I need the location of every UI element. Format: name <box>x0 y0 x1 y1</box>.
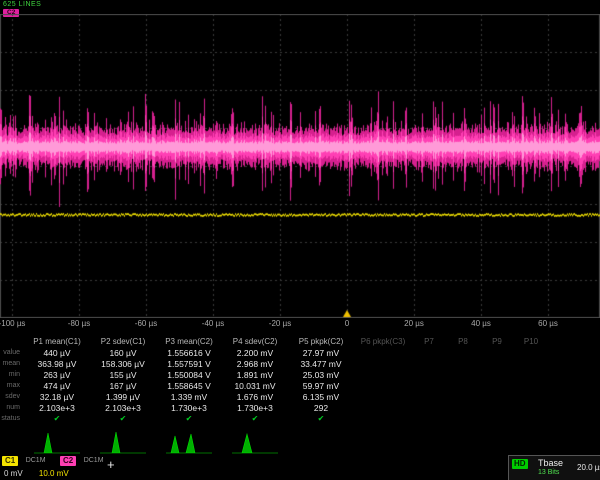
axis-label: 40 µs <box>471 319 491 328</box>
meas-value: 160 µV <box>90 348 156 358</box>
meas-status-check: ✔ <box>288 414 354 423</box>
meas-value: 2.968 mV <box>222 359 288 369</box>
meas-row-label: mean <box>0 360 24 367</box>
c1-offset: 0 mV <box>4 469 23 478</box>
meas-status-check: ✔ <box>90 414 156 423</box>
c1-tag[interactable]: C1 <box>2 456 18 466</box>
meas-value: 292 <box>288 403 354 413</box>
axis-label-zero: 0 <box>345 319 349 328</box>
oscilloscope-screen: 625 LINES C2 -100 µs -80 µs -60 µs -40 µ… <box>0 0 600 480</box>
meas-header-p5[interactable]: P5 pkpk(C2) <box>288 337 354 346</box>
meas-value: 1.891 mV <box>222 370 288 380</box>
meas-value: 1.399 µV <box>90 392 156 402</box>
meas-header-p1[interactable]: P1 mean(C1) <box>24 337 90 346</box>
meas-header-p10[interactable]: P10 <box>514 337 548 346</box>
meas-value: 1.676 mV <box>222 392 288 402</box>
histicon-p1 <box>32 430 82 454</box>
c1-vertical-scale: 10.0 mV <box>39 469 69 478</box>
axis-label: -60 µs <box>135 319 157 328</box>
time-axis: -100 µs -80 µs -60 µs -40 µs -20 µs 0 20… <box>0 318 600 331</box>
meas-value: 2.103e+3 <box>24 403 90 413</box>
timebase-scale: 20.0 µs <box>577 463 600 472</box>
meas-value: 59.97 mV <box>288 381 354 391</box>
meas-status-check: ✔ <box>222 414 288 423</box>
meas-header-p7[interactable]: P7 <box>412 337 446 346</box>
meas-value: 2.103e+3 <box>90 403 156 413</box>
meas-value: 2.200 mV <box>222 348 288 358</box>
trigger-lines-status: 625 LINES <box>3 1 41 8</box>
meas-header-p9[interactable]: P9 <box>480 337 514 346</box>
meas-value: 1.550084 V <box>156 370 222 380</box>
meas-value: 1.557591 V <box>156 359 222 369</box>
meas-header-p3[interactable]: P3 mean(C2) <box>156 337 222 346</box>
axis-label: -40 µs <box>202 319 224 328</box>
meas-value: 33.477 mV <box>288 359 354 369</box>
meas-status-check: ✔ <box>156 414 222 423</box>
meas-row-label: num <box>0 404 24 411</box>
meas-value: 474 µV <box>24 381 90 391</box>
crosshair-marker[interactable]: + <box>107 458 115 471</box>
axis-label: -20 µs <box>269 319 291 328</box>
histicon-p3 <box>164 430 214 454</box>
meas-value: 25.03 mV <box>288 370 354 380</box>
c1-settings: 0 mV 10.0 mV <box>4 469 69 478</box>
timebase-descriptor[interactable]: HD Tbase 13 Bits 20.0 µs <box>508 455 600 480</box>
meas-value: 167 µV <box>90 381 156 391</box>
meas-value: 10.031 mV <box>222 381 288 391</box>
meas-value: 6.135 mV <box>288 392 354 402</box>
meas-value: 158.306 µV <box>90 359 156 369</box>
graticule[interactable] <box>0 14 600 318</box>
meas-header-p8[interactable]: P8 <box>446 337 480 346</box>
c1-coupling: DC1M <box>26 457 46 464</box>
meas-header-p6[interactable]: P6 pkpk(C3) <box>354 337 412 346</box>
meas-header-p2[interactable]: P2 sdev(C1) <box>90 337 156 346</box>
meas-value: 363.98 µV <box>24 359 90 369</box>
meas-value: 27.97 mV <box>288 348 354 358</box>
meas-value: 32.18 µV <box>24 392 90 402</box>
meas-row-label: max <box>0 382 24 389</box>
waveform-canvas[interactable] <box>0 14 600 318</box>
meas-value: 1.730e+3 <box>156 403 222 413</box>
histicon-p2 <box>98 430 148 454</box>
meas-value: 1.730e+3 <box>222 403 288 413</box>
axis-label: -100 µs <box>0 319 25 328</box>
axis-label: 60 µs <box>538 319 558 328</box>
axis-label: 20 µs <box>404 319 424 328</box>
hd-badge: HD <box>512 459 528 469</box>
timebase-label: Tbase <box>538 458 563 468</box>
meas-status-check: ✔ <box>24 414 90 423</box>
c2-tag[interactable]: C2 <box>60 456 76 466</box>
meas-value: 155 µV <box>90 370 156 380</box>
resolution-bits: 13 Bits <box>538 469 559 476</box>
axis-label: -80 µs <box>68 319 90 328</box>
meas-row-label: min <box>0 371 24 378</box>
meas-value: 1.556616 V <box>156 348 222 358</box>
meas-value: 1.339 mV <box>156 392 222 402</box>
histicon-p4 <box>230 430 280 454</box>
meas-row-label: status <box>0 415 24 422</box>
meas-row-label: value <box>0 349 24 356</box>
meas-value: 263 µV <box>24 370 90 380</box>
meas-value: 1.558645 V <box>156 381 222 391</box>
c2-coupling: DC1M <box>84 457 104 464</box>
measurement-table: P1 mean(C1) P2 sdev(C1) P3 mean(C2) P4 s… <box>0 336 600 424</box>
meas-value: 440 µV <box>24 348 90 358</box>
meas-row-label: sdev <box>0 393 24 400</box>
meas-header-p4[interactable]: P4 sdev(C2) <box>222 337 288 346</box>
